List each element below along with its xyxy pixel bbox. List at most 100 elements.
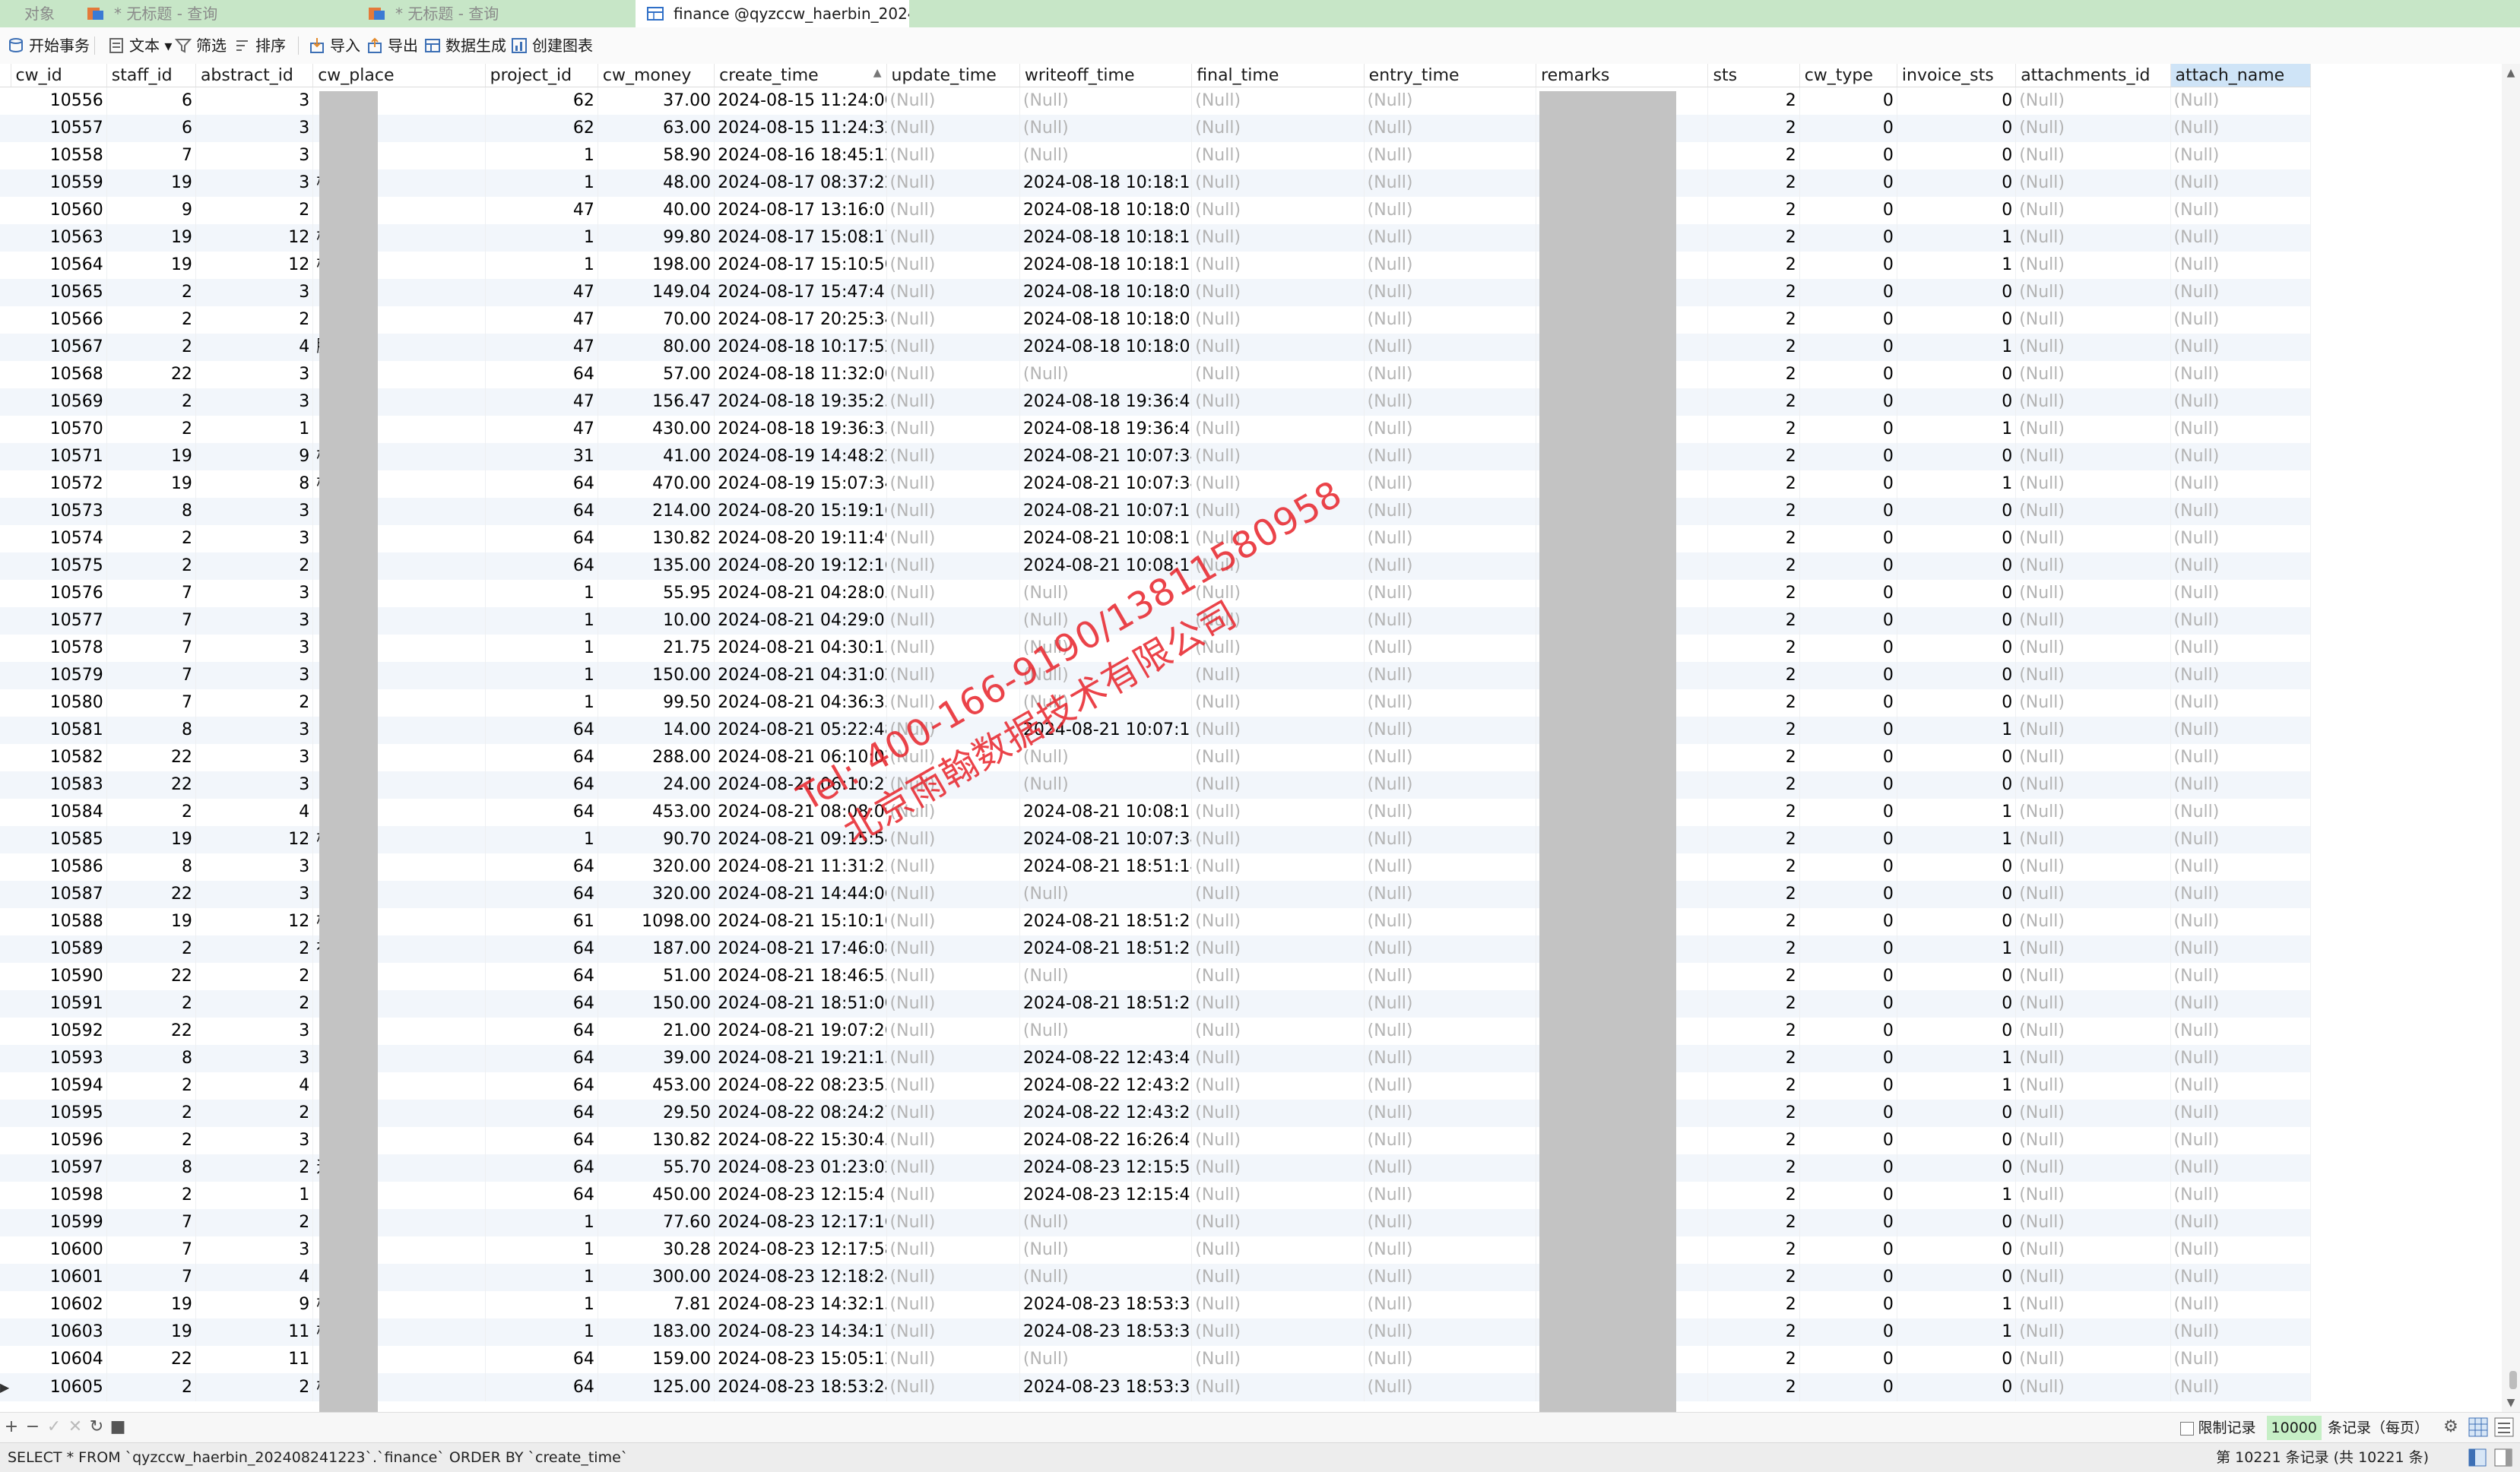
column-header-cw-money[interactable]: cw_money: [598, 64, 715, 87]
cell-staff-id[interactable]: 22: [106, 744, 196, 771]
cell-final-time[interactable]: (Null): [1191, 470, 1365, 498]
cell-staff-id[interactable]: 22: [106, 361, 196, 388]
cell-cw-type[interactable]: 0: [1799, 1318, 1897, 1346]
cell-invoice-sts[interactable]: 1: [1897, 935, 2017, 963]
cell-final-time[interactable]: (Null): [1191, 689, 1365, 717]
cell-final-time[interactable]: (Null): [1191, 881, 1365, 908]
cell-staff-id[interactable]: 19: [106, 1318, 196, 1346]
cell-sts[interactable]: 2: [1707, 908, 1800, 935]
cell-writeoff-time[interactable]: (Null): [1019, 1236, 1193, 1264]
cell-cw-type[interactable]: 0: [1799, 580, 1897, 607]
cell-update-time[interactable]: (Null): [886, 224, 1020, 252]
row-indicator[interactable]: [0, 1346, 11, 1373]
cell-cw-id[interactable]: 10557: [11, 115, 107, 142]
cell-sts[interactable]: 2: [1707, 1264, 1800, 1291]
sort-button[interactable]: 排序: [233, 27, 286, 64]
cell-invoice-sts[interactable]: 1: [1897, 717, 2017, 744]
cell-attach-name[interactable]: (Null): [2170, 252, 2312, 279]
cell-project-id[interactable]: 1: [485, 1236, 598, 1264]
cell-update-time[interactable]: (Null): [886, 87, 1020, 115]
cell-attachments-id[interactable]: (Null): [2015, 1236, 2171, 1264]
cell-cw-money[interactable]: 30.28: [598, 1236, 715, 1264]
cell-writeoff-time[interactable]: 2024-08-21 10:07:34: [1019, 443, 1193, 470]
cell-attachments-id[interactable]: (Null): [2015, 990, 2171, 1018]
cell-attach-name[interactable]: (Null): [2170, 799, 2312, 826]
column-header-cw-type[interactable]: cw_type: [1799, 64, 1897, 87]
cell-abstract-id[interactable]: 3: [195, 115, 314, 142]
cell-invoice-sts[interactable]: 0: [1897, 1346, 2017, 1373]
cell-entry-time[interactable]: (Null): [1364, 881, 1537, 908]
cell-abstract-id[interactable]: 2: [195, 306, 314, 334]
row-indicator[interactable]: [0, 252, 11, 279]
cell-attachments-id[interactable]: (Null): [2015, 689, 2171, 717]
cell-invoice-sts[interactable]: 0: [1897, 1264, 2017, 1291]
cell-cw-id[interactable]: 10586: [11, 853, 107, 881]
cell-writeoff-time[interactable]: 2024-08-18 19:36:40: [1019, 388, 1193, 416]
cell-staff-id[interactable]: 2: [106, 990, 196, 1018]
cell-attach-name[interactable]: (Null): [2170, 1154, 2312, 1182]
cell-attach-name[interactable]: (Null): [2170, 334, 2312, 361]
cell-sts[interactable]: 2: [1707, 771, 1800, 799]
cell-update-time[interactable]: (Null): [886, 416, 1020, 443]
cell-create-time[interactable]: 2024-08-23 14:34:17: [714, 1318, 887, 1346]
cell-abstract-id[interactable]: 3: [195, 662, 314, 689]
cell-cw-money[interactable]: 39.00: [598, 1045, 715, 1072]
cell-staff-id[interactable]: 19: [106, 908, 196, 935]
cell-cw-id[interactable]: 10578: [11, 635, 107, 662]
cell-attach-name[interactable]: (Null): [2170, 689, 2312, 717]
cell-attachments-id[interactable]: (Null): [2015, 115, 2171, 142]
cell-update-time[interactable]: (Null): [886, 525, 1020, 552]
cell-attachments-id[interactable]: (Null): [2015, 771, 2171, 799]
cell-cw-money[interactable]: 430.00: [598, 416, 715, 443]
cell-writeoff-time[interactable]: 2024-08-21 18:51:14: [1019, 853, 1193, 881]
cell-staff-id[interactable]: 2: [106, 416, 196, 443]
cell-attachments-id[interactable]: (Null): [2015, 1264, 2171, 1291]
cell-sts[interactable]: 2: [1707, 87, 1800, 115]
cell-entry-time[interactable]: (Null): [1364, 689, 1537, 717]
column-header-invoice-sts[interactable]: invoice_sts: [1897, 64, 2017, 87]
cell-create-time[interactable]: 2024-08-18 19:35:25: [714, 388, 887, 416]
cell-create-time[interactable]: 2024-08-19 15:07:34: [714, 470, 887, 498]
cell-sts[interactable]: 2: [1707, 635, 1800, 662]
cell-staff-id[interactable]: 7: [106, 1264, 196, 1291]
cell-project-id[interactable]: 64: [485, 552, 598, 580]
cell-cw-money[interactable]: 58.90: [598, 142, 715, 169]
cell-abstract-id[interactable]: 2: [195, 963, 314, 990]
cell-cw-type[interactable]: 0: [1799, 1346, 1897, 1373]
cell-final-time[interactable]: (Null): [1191, 1209, 1365, 1236]
cell-update-time[interactable]: (Null): [886, 1072, 1020, 1100]
form-view-icon[interactable]: [2494, 1417, 2514, 1437]
cell-create-time[interactable]: 2024-08-23 14:32:15: [714, 1291, 887, 1318]
cell-cw-money[interactable]: 48.00: [598, 169, 715, 197]
cell-attachments-id[interactable]: (Null): [2015, 1154, 2171, 1182]
cell-cw-id[interactable]: 10596: [11, 1127, 107, 1154]
cell-cw-money[interactable]: 21.00: [598, 1018, 715, 1045]
cell-staff-id[interactable]: 19: [106, 169, 196, 197]
cell-attach-name[interactable]: (Null): [2170, 306, 2312, 334]
cell-sts[interactable]: 2: [1707, 580, 1800, 607]
cell-project-id[interactable]: 31: [485, 443, 598, 470]
cell-writeoff-time[interactable]: (Null): [1019, 115, 1193, 142]
cell-cw-type[interactable]: 0: [1799, 635, 1897, 662]
cell-abstract-id[interactable]: 3: [195, 635, 314, 662]
cell-writeoff-time[interactable]: 2024-08-21 10:08:17: [1019, 552, 1193, 580]
cell-invoice-sts[interactable]: 0: [1897, 607, 2017, 635]
column-header-project-id[interactable]: project_id: [485, 64, 598, 87]
cell-attach-name[interactable]: (Null): [2170, 635, 2312, 662]
cell-entry-time[interactable]: (Null): [1364, 142, 1537, 169]
cell-project-id[interactable]: 1: [485, 1318, 598, 1346]
cell-update-time[interactable]: (Null): [886, 1264, 1020, 1291]
cell-create-time[interactable]: 2024-08-22 15:30:45: [714, 1127, 887, 1154]
cell-attach-name[interactable]: (Null): [2170, 935, 2312, 963]
cell-staff-id[interactable]: 8: [106, 1154, 196, 1182]
cell-attachments-id[interactable]: (Null): [2015, 908, 2171, 935]
column-header-create-time[interactable]: create_time ▲: [714, 64, 887, 87]
cell-cw-money[interactable]: 470.00: [598, 470, 715, 498]
cell-staff-id[interactable]: 7: [106, 607, 196, 635]
cell-project-id[interactable]: 64: [485, 744, 598, 771]
cell-staff-id[interactable]: 8: [106, 853, 196, 881]
cell-abstract-id[interactable]: 3: [195, 87, 314, 115]
row-indicator[interactable]: [0, 1100, 11, 1127]
cell-create-time[interactable]: 2024-08-17 15:47:41: [714, 279, 887, 306]
cell-invoice-sts[interactable]: 0: [1897, 1018, 2017, 1045]
